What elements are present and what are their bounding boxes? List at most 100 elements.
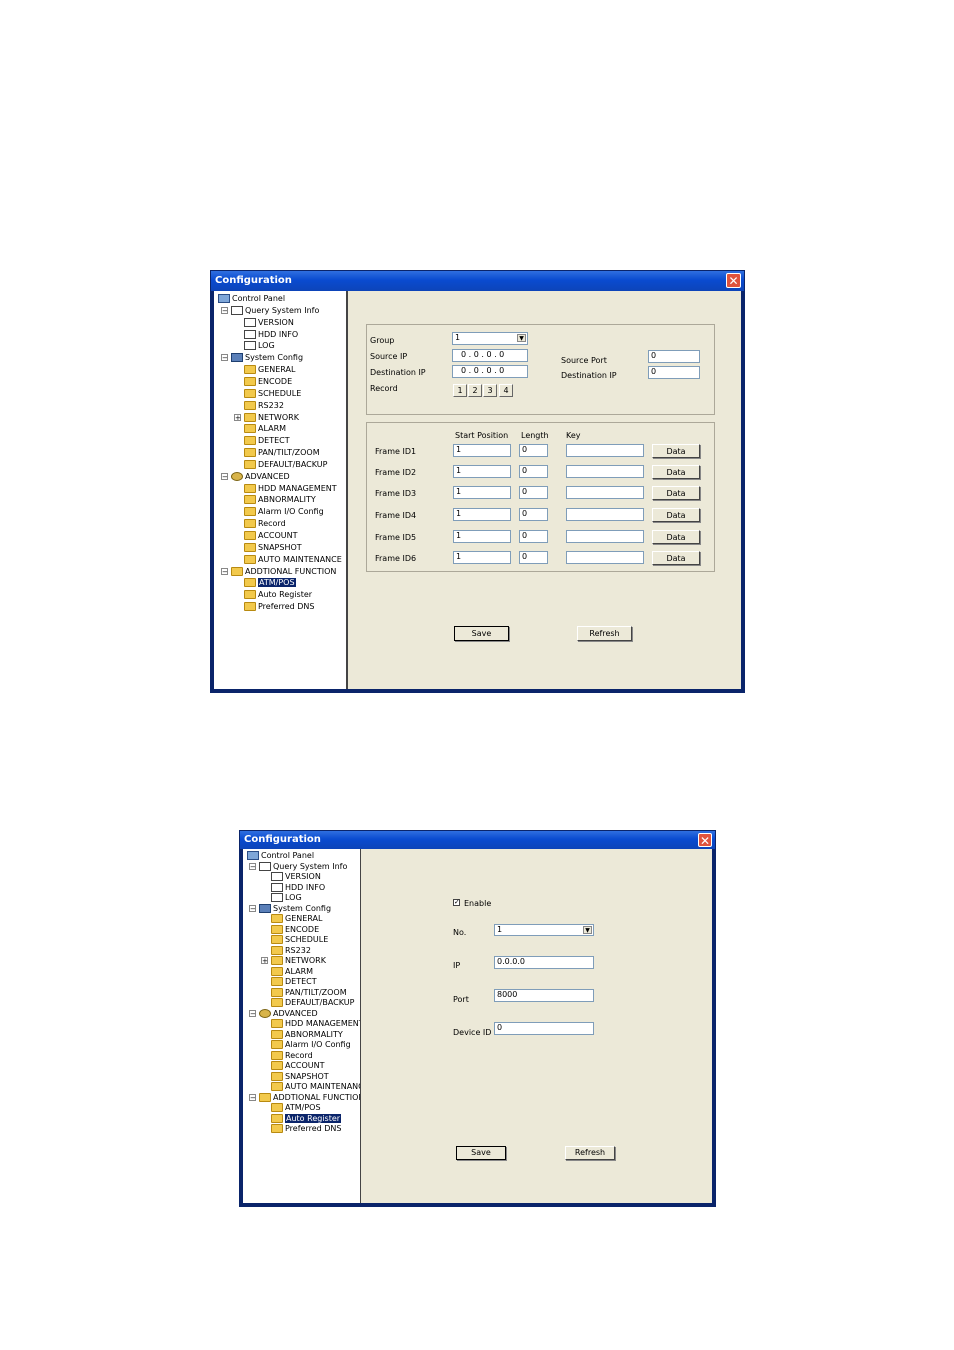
tree-item-network[interactable]: + NETWORK <box>261 955 326 966</box>
tree-item-preferred-dns[interactable]: Preferred DNS <box>271 1123 341 1134</box>
tree-item-record[interactable]: Record <box>244 518 286 529</box>
expand-icon[interactable]: + <box>261 957 268 965</box>
tree-item-abnormality[interactable]: ABNORMALITY <box>271 1029 343 1040</box>
expand-icon[interactable]: + <box>234 413 241 421</box>
length-field[interactable]: 0 <box>519 551 548 564</box>
tree-item-encode[interactable]: ENCODE <box>244 376 292 387</box>
length-field[interactable]: 0 <box>519 530 548 543</box>
tree-item-atm-pos[interactable]: ATM/POS <box>271 1102 321 1113</box>
tree-item-pan-tilt-zoom[interactable]: PAN/TILT/ZOOM <box>244 447 320 458</box>
tree-item-default-backup[interactable]: DEFAULT/BACKUP <box>271 997 354 1008</box>
start-position-field[interactable]: 1 <box>453 530 511 543</box>
tree-item-query-system-info[interactable]: − Query System Info <box>249 861 347 872</box>
record-button-2[interactable]: 2 <box>468 384 482 397</box>
record-button-3[interactable]: 3 <box>483 384 497 397</box>
tree-item-control-panel[interactable]: Control Panel <box>218 293 285 304</box>
tree-item-rs232[interactable]: RS232 <box>244 400 284 411</box>
tree-item-alarm[interactable]: ALARM <box>271 966 313 977</box>
tree-item-auto-register[interactable]: Auto Register <box>244 589 312 600</box>
start-position-field[interactable]: 1 <box>453 486 511 499</box>
tree-item-alarm-i-o-config[interactable]: Alarm I/O Config <box>271 1039 351 1050</box>
source-ip-field[interactable]: 0 . 0 . 0 . 0 <box>452 349 528 362</box>
collapse-icon[interactable]: − <box>221 567 228 575</box>
start-position-field[interactable]: 1 <box>453 465 511 478</box>
group-select[interactable]: 1 ▼ <box>452 332 528 345</box>
collapse-icon[interactable]: − <box>249 1093 256 1101</box>
save-button[interactable]: Save <box>454 626 509 641</box>
tree-item-version[interactable]: VERSION <box>244 317 294 328</box>
data-button[interactable]: Data <box>652 508 700 522</box>
collapse-icon[interactable]: − <box>221 306 228 314</box>
tree-item-auto-maintenance[interactable]: AUTO MAINTENANCE <box>271 1081 360 1092</box>
save-button[interactable]: Save <box>456 1146 506 1160</box>
tree-item-rs232[interactable]: RS232 <box>271 945 311 956</box>
destination-ip-field[interactable]: 0 . 0 . 0 . 0 <box>452 365 528 378</box>
source-port-field[interactable]: 0 <box>648 350 700 363</box>
length-field[interactable]: 0 <box>519 486 548 499</box>
key-field[interactable] <box>566 530 644 543</box>
collapse-icon[interactable]: − <box>249 862 256 870</box>
tree-item-record[interactable]: Record <box>271 1050 313 1061</box>
collapse-icon[interactable]: − <box>249 904 256 912</box>
close-icon[interactable]: ✕ <box>726 273 741 288</box>
refresh-button[interactable]: Refresh <box>565 1146 615 1160</box>
tree-item-auto-maintenance[interactable]: AUTO MAINTENANCE <box>244 554 342 565</box>
tree-item-encode[interactable]: ENCODE <box>271 924 319 935</box>
device-id-field[interactable]: 0 <box>494 1022 594 1035</box>
tree-item-account[interactable]: ACCOUNT <box>244 530 298 541</box>
key-field[interactable] <box>566 508 644 521</box>
tree-item-default-backup[interactable]: DEFAULT/BACKUP <box>244 459 327 470</box>
tree-item-detect[interactable]: DETECT <box>271 976 317 987</box>
enable-checkbox[interactable]: ✓ <box>453 899 460 906</box>
key-field[interactable] <box>566 486 644 499</box>
no-select[interactable]: 1 ▼ <box>494 924 594 936</box>
tree-item-system-config[interactable]: − System Config <box>221 352 303 363</box>
tree-item-schedule[interactable]: SCHEDULE <box>244 388 301 399</box>
chevron-down-icon[interactable]: ▼ <box>517 334 526 342</box>
tree-item-hdd-management[interactable]: HDD MANAGEMENT <box>271 1018 360 1029</box>
tree-item-version[interactable]: VERSION <box>271 871 321 882</box>
tree-item-addtional-function[interactable]: − ADDTIONAL FUNCTION <box>249 1092 360 1103</box>
record-button-4[interactable]: 4 <box>499 384 513 397</box>
destination-ip2-field[interactable]: 0 <box>648 366 700 379</box>
length-field[interactable]: 0 <box>519 444 548 457</box>
close-icon[interactable]: ✕ <box>698 833 712 848</box>
tree-item-general[interactable]: GENERAL <box>244 364 295 375</box>
collapse-icon[interactable]: − <box>249 1009 256 1017</box>
port-field[interactable]: 8000 <box>494 989 594 1002</box>
tree-item-account[interactable]: ACCOUNT <box>271 1060 325 1071</box>
tree-item-general[interactable]: GENERAL <box>271 913 322 924</box>
tree-item-hdd-management[interactable]: HDD MANAGEMENT <box>244 483 337 494</box>
tree-item-network[interactable]: + NETWORK <box>234 412 299 423</box>
key-field[interactable] <box>566 465 644 478</box>
key-field[interactable] <box>566 444 644 457</box>
data-button[interactable]: Data <box>652 530 700 544</box>
tree-item-hdd-info[interactable]: HDD INFO <box>244 329 298 340</box>
tree-item-atm-pos[interactable]: ATM/POS <box>244 577 296 588</box>
tree-item-snapshot[interactable]: SNAPSHOT <box>271 1071 329 1082</box>
record-button-1[interactable]: 1 <box>453 384 467 397</box>
tree-item-preferred-dns[interactable]: Preferred DNS <box>244 601 314 612</box>
data-button[interactable]: Data <box>652 551 700 565</box>
length-field[interactable]: 0 <box>519 508 548 521</box>
tree-item-log[interactable]: LOG <box>271 892 302 903</box>
collapse-icon[interactable]: − <box>221 354 228 362</box>
start-position-field[interactable]: 1 <box>453 444 511 457</box>
tree-item-alarm-i-o-config[interactable]: Alarm I/O Config <box>244 506 324 517</box>
data-button[interactable]: Data <box>652 444 700 458</box>
tree-item-advanced[interactable]: − ADVANCED <box>221 471 290 482</box>
start-position-field[interactable]: 1 <box>453 551 511 564</box>
tree-item-query-system-info[interactable]: − Query System Info <box>221 305 319 316</box>
data-button[interactable]: Data <box>652 465 700 479</box>
tree-item-alarm[interactable]: ALARM <box>244 423 286 434</box>
tree-item-schedule[interactable]: SCHEDULE <box>271 934 328 945</box>
tree-item-system-config[interactable]: − System Config <box>249 903 331 914</box>
tree-item-abnormality[interactable]: ABNORMALITY <box>244 494 316 505</box>
start-position-field[interactable]: 1 <box>453 508 511 521</box>
tree-item-log[interactable]: LOG <box>244 340 275 351</box>
tree-item-hdd-info[interactable]: HDD INFO <box>271 882 325 893</box>
tree-item-auto-register[interactable]: Auto Register <box>271 1113 342 1124</box>
tree-item-control-panel[interactable]: Control Panel <box>247 850 314 861</box>
tree-item-snapshot[interactable]: SNAPSHOT <box>244 542 302 553</box>
ip-field[interactable]: 0.0.0.0 <box>494 956 594 969</box>
